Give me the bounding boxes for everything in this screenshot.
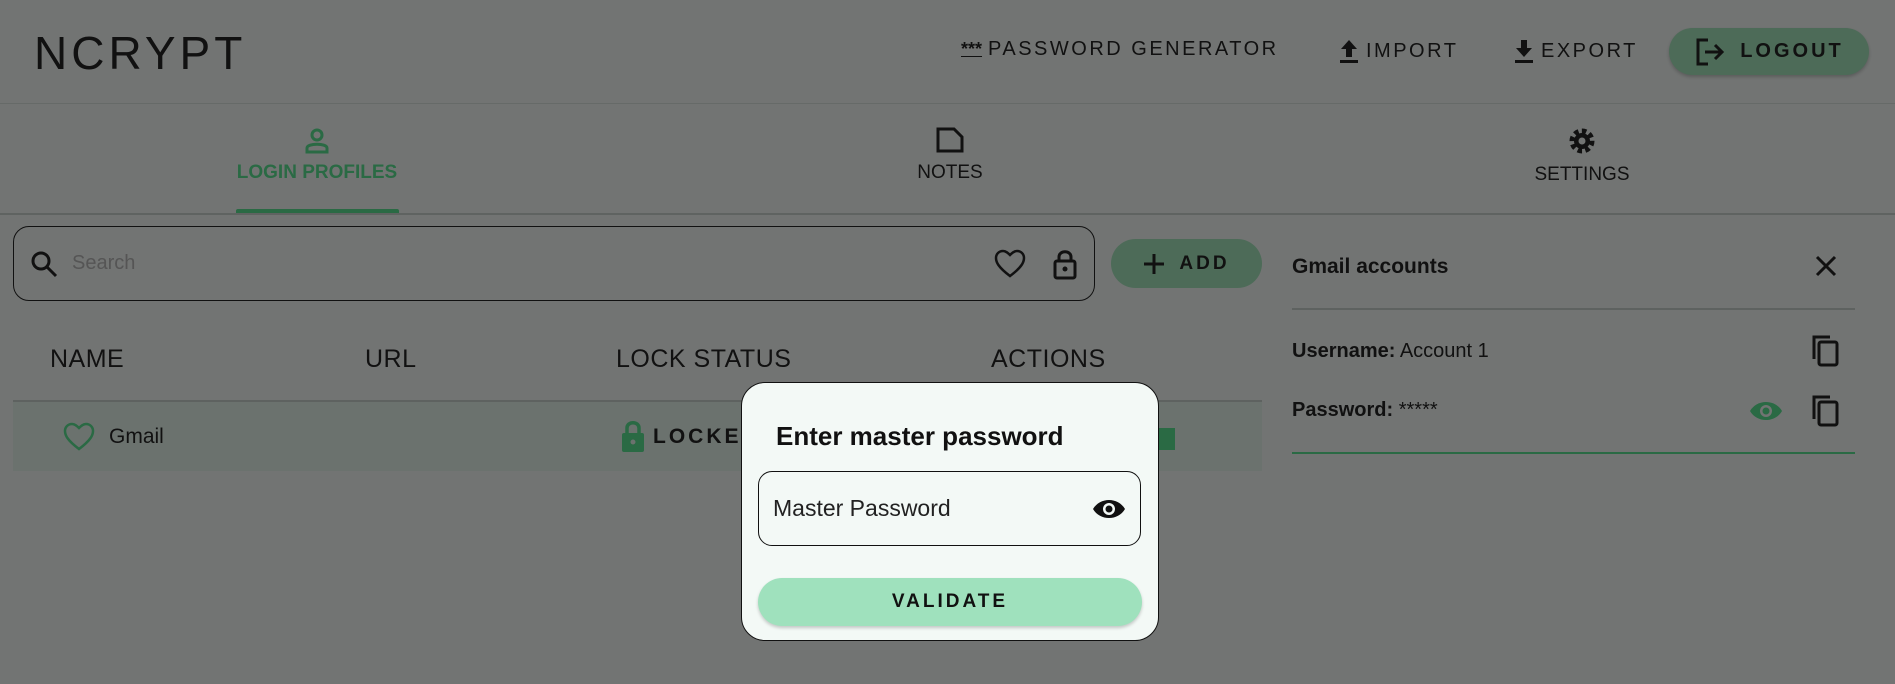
show-password-icon[interactable]: [1092, 497, 1126, 521]
export-label: EXPORT: [1541, 39, 1638, 62]
dialog-title: Enter master password: [776, 421, 1064, 451]
password-generator-label: PASSWORD GENERATOR: [988, 38, 1279, 60]
upload-icon: [1340, 40, 1358, 63]
lock-icon: [622, 421, 644, 452]
column-header-lock-status[interactable]: LOCK STATUS: [616, 345, 791, 374]
import-label: IMPORT: [1366, 39, 1459, 62]
tab-label: LOGIN PROFILES: [236, 162, 398, 183]
details-divider: [1292, 308, 1855, 310]
logout-icon: [1696, 38, 1725, 65]
validate-button[interactable]: VALIDATE: [758, 578, 1142, 626]
import-link[interactable]: IMPORT: [1338, 38, 1458, 64]
tabs-divider: [0, 213, 1895, 215]
gear-icon: [1569, 128, 1595, 154]
heart-filter-icon[interactable]: [994, 249, 1026, 279]
tab-login-profiles[interactable]: LOGIN PROFILES: [187, 126, 447, 184]
lock-filter-icon[interactable]: [1052, 248, 1078, 280]
tab-label: NOTES: [917, 162, 983, 183]
note-icon: [936, 127, 964, 153]
master-password-placeholder: Master Password: [773, 495, 951, 521]
header-divider: [0, 103, 1895, 104]
person-icon: [305, 128, 329, 154]
password-generator-icon: ***: [961, 39, 983, 59]
export-link[interactable]: EXPORT: [1513, 38, 1638, 64]
search-bar[interactable]: Search: [13, 226, 1095, 301]
password-label: Password:: [1292, 399, 1394, 421]
password-generator-link[interactable]: *** PASSWORD GENERATOR: [961, 38, 1279, 61]
username-label: Username:: [1292, 340, 1396, 362]
search-input[interactable]: Search: [72, 252, 994, 275]
tab-settings[interactable]: SETTINGS: [1452, 126, 1712, 186]
username-value: Account 1: [1399, 340, 1489, 362]
plus-icon: [1144, 253, 1165, 274]
favorite-heart-icon[interactable]: [63, 422, 95, 452]
logout-label: LOGOUT: [1740, 40, 1844, 62]
delete-icon[interactable]: [1156, 422, 1178, 452]
master-password-dialog: Enter master password Master Password VA…: [741, 382, 1159, 641]
password-field: Password: *****: [1292, 399, 1438, 422]
add-button[interactable]: ADD: [1111, 239, 1262, 288]
copy-username-icon[interactable]: [1810, 334, 1840, 368]
tab-notes[interactable]: NOTES: [820, 126, 1080, 184]
copy-password-icon[interactable]: [1810, 394, 1840, 428]
logout-button[interactable]: LOGOUT: [1669, 28, 1869, 75]
column-header-actions[interactable]: ACTIONS: [991, 345, 1106, 374]
download-icon: [1515, 40, 1533, 63]
add-label: ADD: [1179, 252, 1230, 274]
password-value: *****: [1398, 399, 1438, 421]
app-logo: NCRYPT: [34, 27, 247, 79]
row-name: Gmail: [109, 425, 164, 448]
column-header-name[interactable]: NAME: [50, 345, 124, 374]
master-password-input[interactable]: Master Password: [758, 471, 1141, 546]
details-title: Gmail accounts: [1292, 255, 1449, 278]
column-header-url[interactable]: URL: [365, 345, 417, 374]
username-field: Username: Account 1: [1292, 340, 1489, 363]
tab-label: SETTINGS: [1534, 164, 1630, 185]
search-icon: [31, 251, 58, 277]
show-password-icon[interactable]: [1749, 399, 1783, 423]
details-bottom-divider: [1292, 452, 1855, 454]
close-icon[interactable]: [1815, 255, 1837, 277]
